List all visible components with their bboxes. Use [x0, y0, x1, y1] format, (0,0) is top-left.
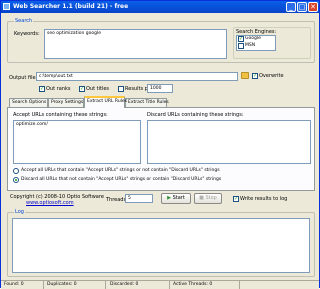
search-group-label: Search	[14, 18, 34, 24]
out-titles-checkbox[interactable]: ✓	[79, 86, 85, 92]
title-bar[interactable]: Web Searcher 1.1 (build 21) - free _ □ ✕	[1, 1, 319, 13]
google-label: Google	[245, 36, 261, 41]
tab-search-options[interactable]: Search Options	[9, 98, 48, 107]
engine-item-msn[interactable]: MSN	[237, 43, 275, 50]
app-window: Web Searcher 1.1 (build 21) - free _ □ ✕…	[0, 0, 320, 289]
website-link[interactable]: www.optiosoft.com	[26, 200, 74, 206]
discard-urls-label: Discard URLs containing these strings:	[147, 112, 244, 118]
window-title: Web Searcher 1.1 (build 21) - free	[13, 3, 129, 10]
discard-urls-textarea[interactable]	[147, 120, 311, 164]
write-log-label: Write results to log	[240, 196, 288, 202]
minimize-button[interactable]: _	[286, 2, 296, 12]
status-found: Found: 0	[4, 282, 24, 287]
status-active-threads: Active Threads: 0	[173, 282, 213, 287]
close-button[interactable]: ✕	[308, 2, 318, 12]
keywords-label: Keywords:	[14, 31, 40, 37]
start-button-label: Start	[172, 195, 185, 201]
app-icon	[3, 3, 10, 10]
stop-icon: ■	[199, 195, 204, 201]
accept-urls-label: Accept URLs containing these strings:	[13, 112, 108, 118]
accept-mode-radio[interactable]	[13, 168, 19, 174]
threads-input[interactable]: 5	[125, 194, 153, 203]
stop-button[interactable]: ■ Stop	[194, 193, 222, 204]
folder-icon[interactable]	[241, 72, 249, 79]
maximize-button[interactable]: □	[297, 2, 307, 12]
overwrite-checkbox[interactable]: ✓	[252, 73, 258, 79]
status-discarded: Discarded: 0	[110, 282, 139, 287]
start-button[interactable]: ▶ Start	[161, 193, 191, 204]
results-per-file-checkbox[interactable]	[118, 86, 124, 92]
out-ranks-label: Out ranks	[46, 86, 71, 92]
status-duplicates: Duplicates: 0	[47, 282, 77, 287]
log-group-label: Log	[14, 209, 25, 215]
log-textarea[interactable]	[12, 218, 310, 273]
stop-button-label: Stop	[205, 195, 217, 201]
accept-urls-textarea[interactable]: optimize.com/	[13, 120, 141, 164]
play-icon: ▶	[167, 195, 172, 201]
msn-label: MSN	[245, 43, 256, 48]
keywords-input[interactable]: seo optimization google	[44, 29, 227, 59]
discard-mode-radio[interactable]	[13, 177, 19, 183]
discard-mode-label: Discard all URLs that not contain "Accep…	[21, 177, 222, 182]
write-log-checkbox[interactable]: ✓	[233, 196, 239, 202]
overwrite-label: Overwrite	[259, 73, 284, 79]
output-file-input[interactable]: c:\temp\out.txt	[36, 72, 238, 81]
tab-extract-url-rules[interactable]: Extract URL Rules	[84, 96, 127, 108]
results-per-file-input[interactable]: 1000	[147, 84, 173, 93]
out-ranks-checkbox[interactable]: ✓	[39, 86, 45, 92]
output-file-label: Output file:	[9, 75, 38, 81]
google-checkbox[interactable]: ✓	[238, 36, 244, 42]
search-engines-list: ✓ Google MSN	[236, 35, 276, 51]
msn-checkbox[interactable]	[238, 43, 244, 49]
tab-proxy-settings[interactable]: Proxy Settings	[48, 98, 84, 107]
tab-extract-title-rules[interactable]: Extract Title Rules	[125, 98, 169, 107]
accept-mode-label: Accept all URLs that contain "Accept URL…	[21, 168, 220, 173]
out-titles-label: Out titles	[86, 86, 110, 92]
engine-item-google[interactable]: ✓ Google	[237, 36, 275, 43]
